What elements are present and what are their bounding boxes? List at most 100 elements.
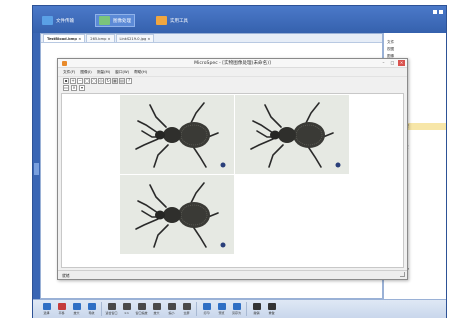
toolbar-button[interactable]: 打印 bbox=[199, 301, 214, 317]
toolbar-button-label: 全屏 bbox=[183, 311, 190, 315]
toolbar-button[interactable]: 窗口缩放 bbox=[134, 301, 149, 317]
doc-tab[interactable]: 265.bmp × bbox=[86, 34, 115, 42]
beetle-image-thumbnail[interactable] bbox=[235, 95, 349, 174]
dialog-menubar: 文件(F) 图像(I) 测量(M) 窗口(W) 帮助(H) bbox=[58, 68, 407, 76]
grid-icon[interactable]: ▦ bbox=[112, 77, 118, 84]
menu-item[interactable]: 帮助(H) bbox=[134, 70, 147, 75]
toolbar-button[interactable]: 撤销 bbox=[249, 301, 264, 317]
ribbon-tab-label: 实用工具 bbox=[170, 18, 188, 24]
bottom-toolbar: 选择 平移 放大 导航 适合窗口 1:1 窗口缩放 放大 缩小 全屏 打印 预览 另存为 撤销 重做 bbox=[33, 299, 446, 318]
toolbar-button-label: 另存为 bbox=[231, 311, 241, 315]
dialog-toolbar-secondary: ▭ × ▾ bbox=[58, 84, 407, 92]
image-canvas[interactable] bbox=[61, 93, 404, 268]
toolbar-button[interactable]: 平移 bbox=[54, 301, 69, 317]
dialog-toolbar: ▪ + − ◻ ○ ◎ ↻ ▦ ▤ ? bbox=[58, 76, 407, 84]
image-processing-icon bbox=[99, 16, 110, 25]
dialog-titlebar[interactable]: MicroSpec - [实物图像处理(未命名)] – □ × bbox=[58, 59, 407, 68]
toolbar-button[interactable]: 全屏 bbox=[179, 301, 194, 317]
close-small-icon[interactable]: × bbox=[71, 85, 77, 91]
maximize-icon[interactable]: □ bbox=[389, 60, 396, 66]
close-icon[interactable]: × bbox=[398, 60, 405, 66]
dock-grip-handle[interactable] bbox=[34, 163, 39, 175]
ribbon-tab-label: 图像处理 bbox=[113, 18, 131, 24]
toolbar-button[interactable]: 另存为 bbox=[229, 301, 244, 317]
close-icon[interactable] bbox=[439, 10, 443, 14]
tool-icon bbox=[137, 303, 146, 310]
resize-grip-icon[interactable] bbox=[400, 272, 405, 277]
ribbon-tab-image-processing[interactable]: 图像处理 bbox=[95, 14, 135, 27]
menu-item[interactable]: 测量(M) bbox=[97, 70, 110, 75]
tool-icon bbox=[182, 303, 191, 310]
toolbar-button-label: 放大 bbox=[153, 311, 160, 315]
doc-tab[interactable]: LinkS219-0.jpg × bbox=[115, 34, 155, 42]
minimize-icon[interactable]: – bbox=[380, 60, 387, 66]
menu-item[interactable]: 文件(F) bbox=[63, 70, 75, 75]
rotate-icon[interactable]: ↻ bbox=[105, 77, 111, 84]
beetle-image-thumbnail[interactable] bbox=[120, 175, 234, 254]
menu-item[interactable]: 图像(I) bbox=[80, 70, 91, 75]
panel-item[interactable]: 视图 bbox=[384, 46, 446, 53]
beetle-image-thumbnail[interactable] bbox=[120, 95, 234, 174]
toolbar-button-label: 撤销 bbox=[253, 311, 260, 315]
file-transfer-icon bbox=[42, 16, 53, 25]
menu-item[interactable]: 窗口(W) bbox=[115, 70, 129, 75]
tool-icon bbox=[42, 303, 51, 310]
toolbar-separator bbox=[101, 302, 102, 316]
tool-icon bbox=[107, 303, 116, 310]
ribbon-tab-file-transfer[interactable]: 文件传输 bbox=[39, 14, 77, 27]
toolbar-button-label: 缩小 bbox=[168, 311, 175, 315]
toolbar-button-label: 预览 bbox=[218, 311, 225, 315]
tool-icon bbox=[122, 303, 131, 310]
zoom-fit-icon[interactable]: ◻ bbox=[84, 77, 90, 84]
toolbar-button[interactable]: 放大 bbox=[149, 301, 164, 317]
save-icon[interactable]: ▪ bbox=[63, 77, 69, 84]
tool-icon bbox=[57, 303, 66, 310]
tool-icon bbox=[252, 303, 261, 310]
doc-tab[interactable]: TestBlood.bmp × bbox=[43, 34, 86, 42]
microspec-dialog: MicroSpec - [实物图像处理(未命名)] – □ × 文件(F) 图像(… bbox=[57, 58, 408, 280]
toolbar-button[interactable]: 导航 bbox=[84, 301, 99, 317]
toolbar-button[interactable]: 预览 bbox=[214, 301, 229, 317]
tool-icon bbox=[202, 303, 211, 310]
toolbar-button[interactable]: 1:1 bbox=[119, 301, 134, 317]
toolbar-button-label: 窗口缩放 bbox=[135, 311, 148, 315]
toolbar-button-label: 导航 bbox=[88, 311, 95, 315]
toolbar-separator bbox=[246, 302, 247, 316]
toolbar-button-label: 1:1 bbox=[124, 311, 129, 315]
arrow-down-icon[interactable]: ▾ bbox=[79, 85, 85, 91]
zoom-in-icon[interactable]: + bbox=[70, 77, 76, 84]
ribbon-tab-label: 文件传输 bbox=[56, 18, 74, 24]
toolbar-button-label: 适合窗口 bbox=[105, 311, 118, 315]
zoom-out-icon[interactable]: − bbox=[77, 77, 83, 84]
toolbar-button[interactable]: 选择 bbox=[39, 301, 54, 317]
toolbar-button-label: 打印 bbox=[203, 311, 210, 315]
zoom-actual-icon[interactable]: ○ bbox=[91, 77, 97, 84]
toolbar-button-label: 平移 bbox=[58, 311, 65, 315]
ribbon-tab-utilities[interactable]: 实用工具 bbox=[153, 14, 191, 27]
zoom-window-icon[interactable]: ◎ bbox=[98, 77, 104, 84]
toolbar-button-label: 放大 bbox=[73, 311, 80, 315]
window-controls bbox=[433, 10, 443, 14]
toolbar-button-label: 选择 bbox=[43, 311, 50, 315]
print-icon[interactable]: ▤ bbox=[119, 77, 125, 84]
toolbar-button[interactable]: 放大 bbox=[69, 301, 84, 317]
tool-icon bbox=[267, 303, 276, 310]
dialog-title: MicroSpec - [实物图像处理(未命名)] bbox=[194, 61, 271, 66]
dialog-window-controls: – □ × bbox=[380, 60, 405, 66]
toolbar-button-label: 重做 bbox=[268, 311, 275, 315]
toolbar-button[interactable]: 缩小 bbox=[164, 301, 179, 317]
utilities-icon bbox=[156, 16, 167, 25]
toolbar-button[interactable]: 适合窗口 bbox=[104, 301, 119, 317]
tool-icon bbox=[232, 303, 241, 310]
tool-icon bbox=[152, 303, 161, 310]
toolbar-button[interactable]: 重做 bbox=[264, 301, 279, 317]
folder-icon[interactable]: ▭ bbox=[63, 85, 69, 91]
help-icon[interactable]: ? bbox=[126, 77, 132, 84]
tool-icon bbox=[217, 303, 226, 310]
tool-icon bbox=[167, 303, 176, 310]
tool-icon bbox=[72, 303, 81, 310]
panel-item[interactable]: 文件 bbox=[384, 39, 446, 46]
tool-icon bbox=[87, 303, 96, 310]
ribbon: 文件传输 图像处理 实用工具 bbox=[33, 6, 446, 33]
minimize-icon[interactable] bbox=[433, 10, 437, 14]
